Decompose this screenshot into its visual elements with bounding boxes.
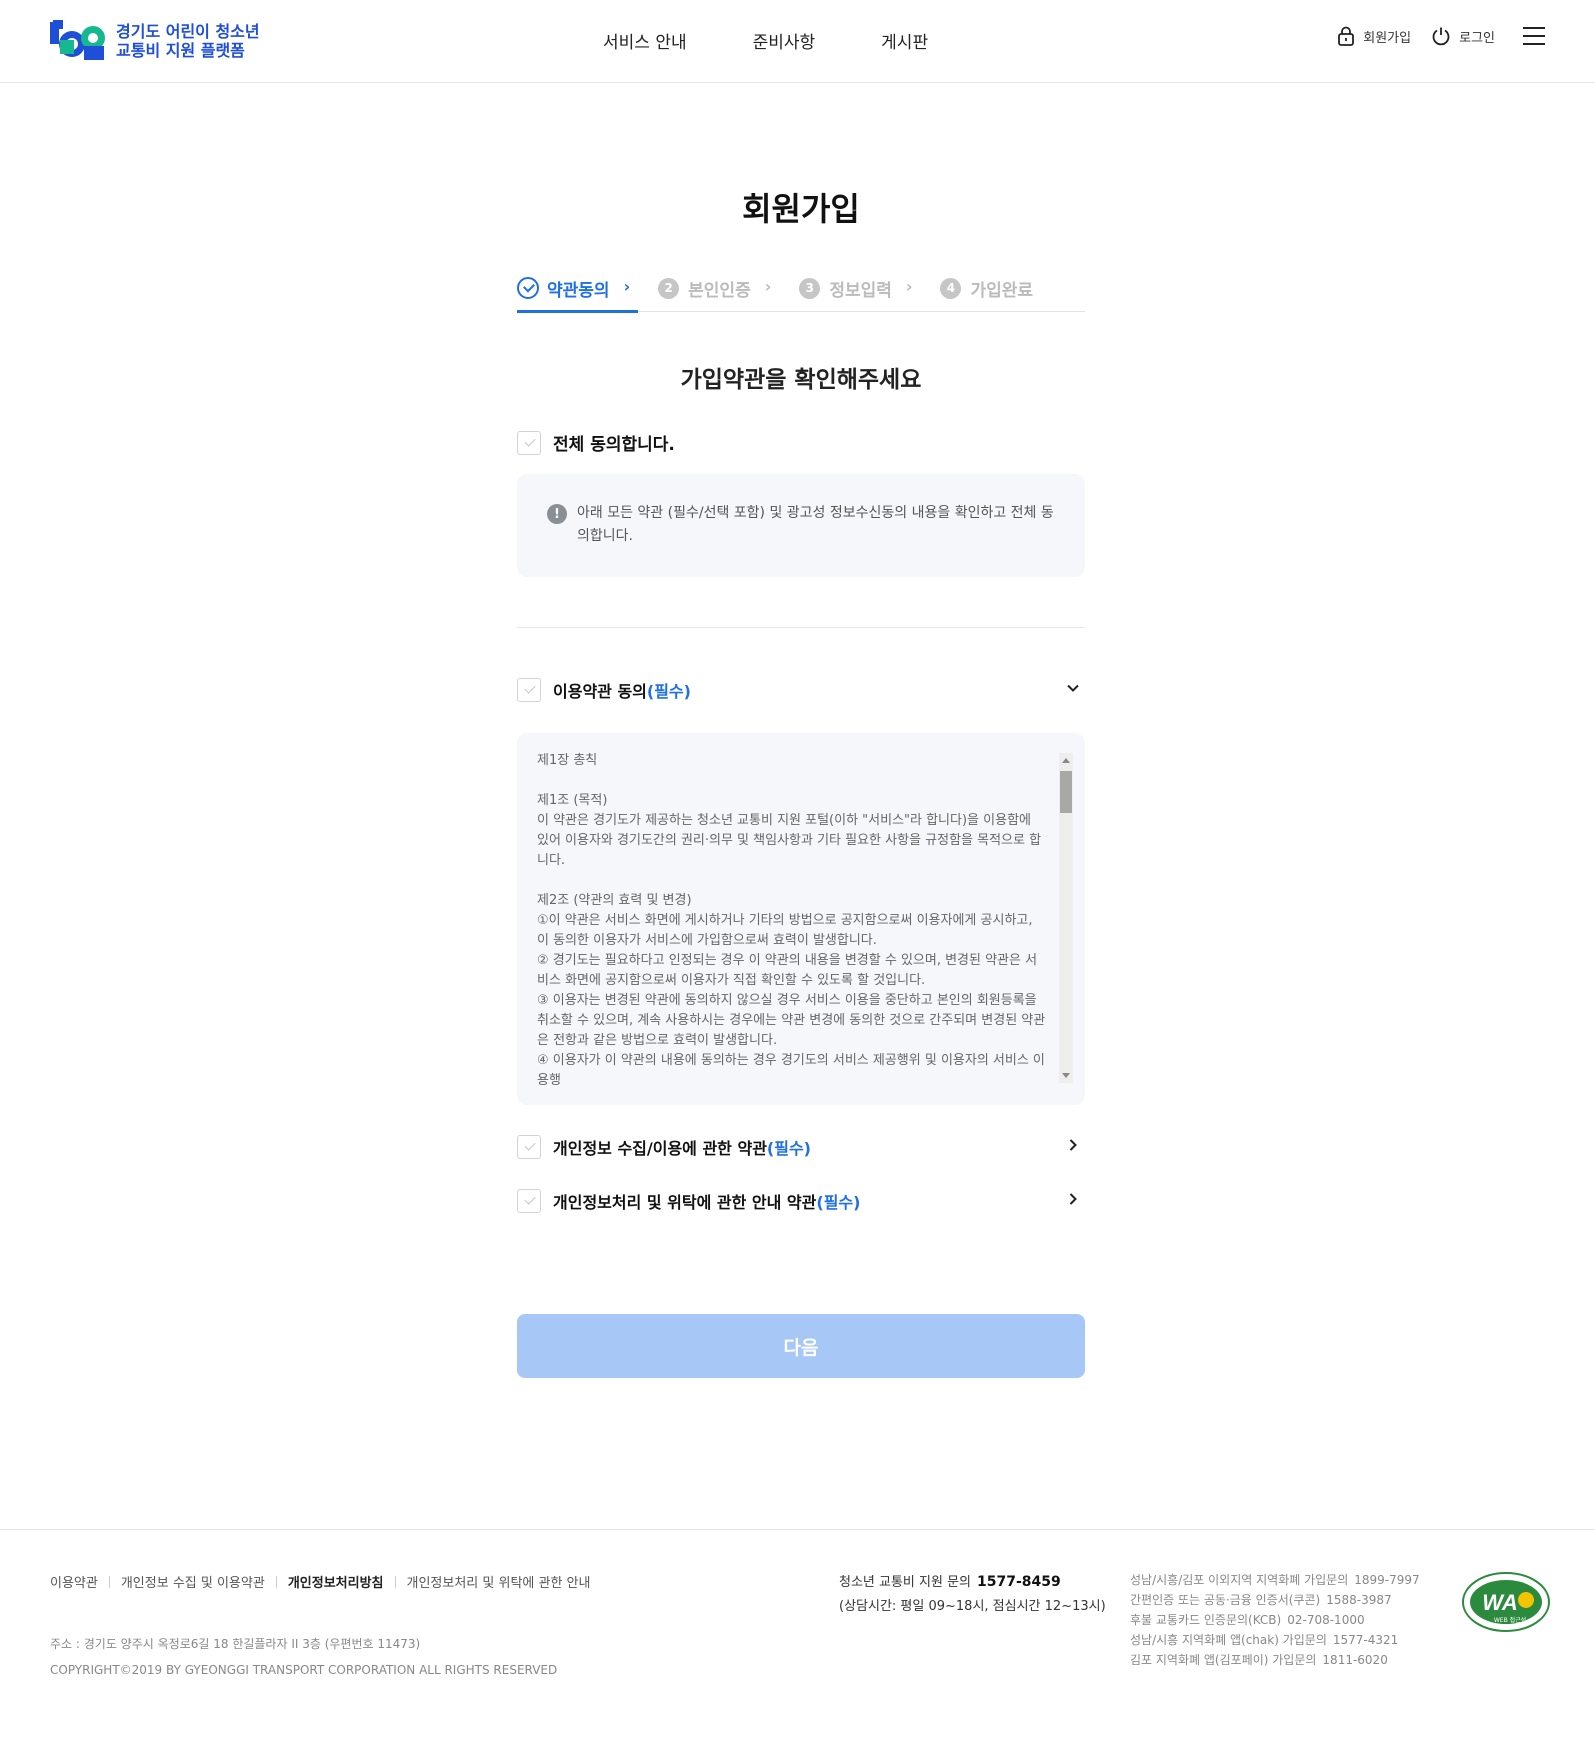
chevron-right-icon[interactable] xyxy=(1065,1137,1081,1153)
logo-line1: 경기도 어린이 청소년 xyxy=(116,22,260,41)
step-label: 정보입력 xyxy=(829,280,892,301)
local-contact-item: 성남/시흥/김포 이외지역 지역화폐 가입문의 1899-7997 xyxy=(1130,1573,1420,1587)
section-subtitle: 가입약관을 확인해주세요 xyxy=(680,367,922,393)
agree-all-checkbox[interactable] xyxy=(517,430,541,455)
footer-address: 주소 : 경기도 양주시 옥정로6길 18 한길플라자 II 3층 (우편번호 … xyxy=(50,1631,557,1683)
chevron-right-icon: › xyxy=(764,277,772,296)
footer-links: 이용약관 개인정보 수집 및 이용약관 개인정보처리방침 개인정보처리 및 위탁… xyxy=(50,1572,590,1591)
signup-steps: 약관동의 › 2 본인인증 › 3 정보입력 › 4 가입완료 xyxy=(517,274,1085,313)
chevron-down-icon[interactable] xyxy=(1065,680,1081,696)
terms-row-usage: 이용약관 동의(필수) xyxy=(517,678,1085,702)
local-contact-item: 간편인증 또는 공동·금융 인증서(쿠콘) 1588-3987 xyxy=(1130,1593,1392,1607)
logo-text: 경기도 어린이 청소년 교통비 지원 플랫폼 xyxy=(116,22,260,60)
copyright-text: COPYRIGHT©2019 BY GYEONGGI TRANSPORT COR… xyxy=(50,1663,558,1677)
privacy-collect-label[interactable]: 개인정보 수집/이용에 관한 약관(필수) xyxy=(553,1135,811,1159)
wa-caption: WEB 접근성 xyxy=(1494,1616,1526,1624)
required-badge: (필수) xyxy=(646,682,691,701)
footer-link-privacy-collect[interactable]: 개인정보 수집 및 이용약관 xyxy=(121,1572,265,1591)
terms-scrollbar[interactable] xyxy=(1059,753,1073,1083)
terms-row-privacy-consign: 개인정보처리 및 위탁에 관한 안내 약관(필수) xyxy=(517,1189,1085,1213)
check-circle-icon xyxy=(517,277,539,299)
step-number: 2 xyxy=(658,277,680,299)
nav-preparation[interactable]: 준비사항 xyxy=(753,28,816,53)
login-label: 로그인 xyxy=(1459,30,1495,46)
scroll-up-icon xyxy=(1062,758,1070,763)
step-verification: 2 본인인증 › xyxy=(658,274,771,302)
main-nav: 서비스 안내 준비사항 게시판 xyxy=(603,28,928,53)
footer-link-privacy-policy[interactable]: 개인정보처리방침 xyxy=(288,1572,384,1591)
footer-link-privacy-consign[interactable]: 개인정보처리 및 위탁에 관한 안내 xyxy=(407,1572,591,1591)
terms-text: 제1장 총칙 제1조 (목적) 이 약관은 경기도가 제공하는 청소년 교통비 … xyxy=(537,753,1046,1088)
contact-number: 1577-8459 xyxy=(977,1574,1061,1590)
terms-row-privacy-collect: 개인정보 수집/이용에 관한 약관(필수) xyxy=(517,1135,1085,1159)
site-footer: 이용약관 개인정보 수집 및 이용약관 개인정보처리방침 개인정보처리 및 위탁… xyxy=(0,1529,1595,1741)
agree-all-label[interactable]: 전체 동의합니다. xyxy=(553,430,675,455)
local-contact-item: 성남/시흥 지역화폐 앱(chak) 가입문의 1577-4321 xyxy=(1130,1633,1399,1647)
agree-all-notice: ! 아래 모든 약관 (필수/선택 포함) 및 광고성 정보수신동의 내용을 확… xyxy=(517,474,1085,577)
signup-label: 회원가입 xyxy=(1363,30,1412,46)
usage-terms-checkbox[interactable] xyxy=(517,678,541,702)
privacy-consign-label[interactable]: 개인정보처리 및 위탁에 관한 안내 약관(필수) xyxy=(553,1189,860,1213)
scroll-thumb xyxy=(1060,771,1072,813)
active-step-indicator xyxy=(517,310,638,313)
site-header: 경기도 어린이 청소년 교통비 지원 플랫폼 서비스 안내 준비사항 게시판 회… xyxy=(0,0,1595,83)
chevron-right-icon: › xyxy=(905,277,913,296)
chevron-right-icon: › xyxy=(623,277,631,296)
footer-local-contacts: 성남/시흥/김포 이외지역 지역화폐 가입문의 1899-7997 간편인증 또는… xyxy=(1130,1570,1420,1670)
nav-service-info[interactable]: 서비스 안내 xyxy=(603,28,687,53)
next-button[interactable]: 다음 xyxy=(517,1314,1085,1378)
step-label: 본인인증 xyxy=(688,280,751,301)
divider xyxy=(517,627,1085,628)
step-info-input: 3 정보입력 › xyxy=(799,274,912,302)
login-link[interactable]: 로그인 xyxy=(1431,26,1495,46)
scroll-down-icon xyxy=(1062,1073,1070,1078)
hamburger-menu-icon[interactable] xyxy=(1523,27,1545,45)
web-accessibility-mark-icon: WA WEB 접근성 xyxy=(1462,1572,1550,1632)
usage-terms-label[interactable]: 이용약관 동의(필수) xyxy=(553,678,691,702)
notice-text: 아래 모든 약관 (필수/선택 포함) 및 광고성 정보수신동의 내용을 확인하… xyxy=(577,505,1054,544)
power-icon xyxy=(1432,27,1450,46)
footer-contact: 청소년 교통비 지원 문의 1577-8459 (상담시간: 평일 09~18시,… xyxy=(839,1570,1106,1619)
logo-line2: 교통비 지원 플랫폼 xyxy=(116,41,245,60)
step-number: 3 xyxy=(799,277,821,299)
local-contact-item: 김포 지역화폐 앱(김포페이) 가입문의 1811-6020 xyxy=(1130,1653,1388,1667)
contact-label: 청소년 교통비 지원 문의 xyxy=(839,1575,971,1590)
signup-link[interactable]: 회원가입 xyxy=(1337,26,1411,46)
step-number: 4 xyxy=(940,277,962,299)
wa-text: WA xyxy=(1482,1590,1517,1615)
step-complete: 4 가입완료 xyxy=(940,274,1033,302)
step-terms: 약관동의 › xyxy=(517,274,630,302)
privacy-collect-checkbox[interactable] xyxy=(517,1135,541,1159)
logo-mark-icon xyxy=(50,20,105,60)
nav-board[interactable]: 게시판 xyxy=(881,28,928,53)
contact-hours: (상담시간: 평일 09~18시, 점심시간 12~13시) xyxy=(839,1599,1106,1614)
local-contact-item: 후불 교통카드 인증문의(KCB) 02-708-1000 xyxy=(1130,1613,1365,1627)
step-label: 약관동의 xyxy=(547,280,610,301)
step-label: 가입완료 xyxy=(970,280,1034,301)
usage-terms-content: 제1장 총칙 제1조 (목적) 이 약관은 경기도가 제공하는 청소년 교통비 … xyxy=(517,733,1085,1105)
site-logo[interactable]: 경기도 어린이 청소년 교통비 지원 플랫폼 xyxy=(50,20,260,62)
address-text: 주소 : 경기도 양주시 옥정로6길 18 한길플라자 II 3층 (우편번호 … xyxy=(50,1637,421,1651)
util-menu: 회원가입 로그인 xyxy=(1337,26,1545,46)
footer-link-terms[interactable]: 이용약관 xyxy=(50,1572,98,1591)
privacy-consign-checkbox[interactable] xyxy=(517,1189,541,1213)
agree-all-row: 전체 동의합니다. xyxy=(517,430,1085,455)
chevron-right-icon[interactable] xyxy=(1065,1191,1081,1207)
exclamation-icon: ! xyxy=(547,504,567,524)
required-badge: (필수) xyxy=(816,1193,861,1212)
page-title: 회원가입 xyxy=(742,190,860,228)
required-badge: (필수) xyxy=(766,1139,811,1158)
lock-icon xyxy=(1338,26,1355,46)
